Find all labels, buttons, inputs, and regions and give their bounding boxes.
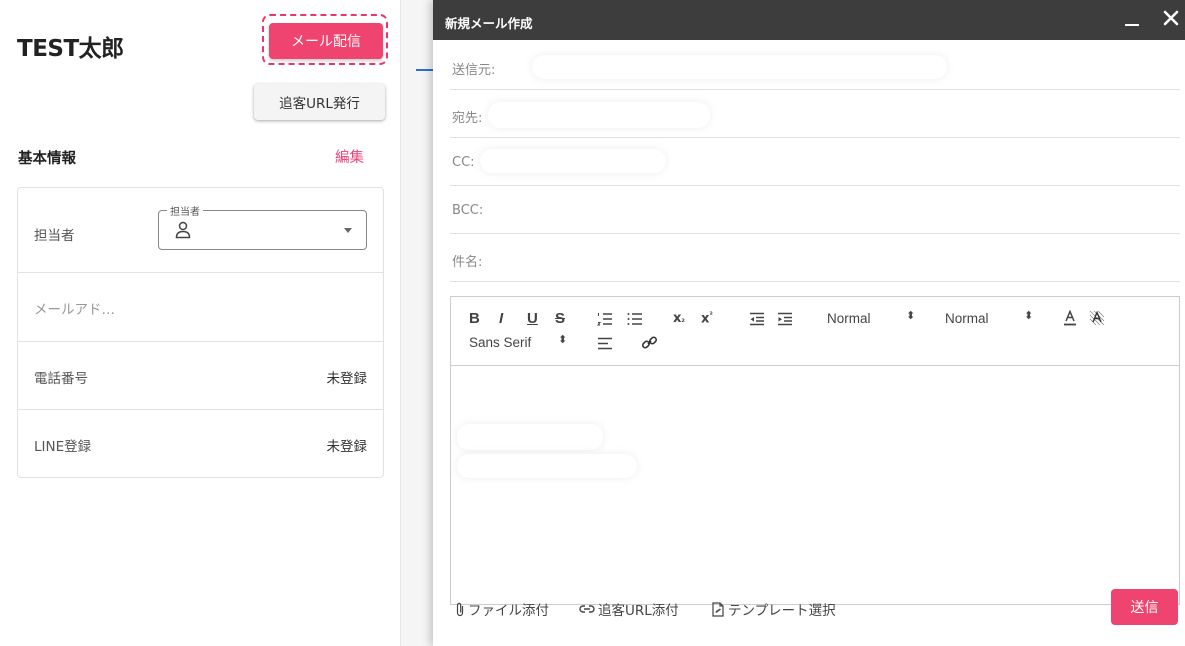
link-icon [579,605,595,613]
info-row-value: 未登録 [326,371,368,387]
close-icon[interactable] [1161,8,1181,28]
body-text-redacted [457,424,603,450]
compose-window: 新規メール作成 送信元: 宛先: CC: BCC: 件名: B I U S x₂… [433,0,1185,646]
bcc-field[interactable]: BCC: [450,186,1180,234]
info-row-label: 担当者 [34,228,75,244]
assignee-select[interactable]: 担当者 [158,203,367,250]
mail-delivery-button[interactable]: メール配信 [269,23,383,59]
cc-value-redacted [480,149,666,173]
bold-button[interactable]: B [469,310,480,327]
cc-field[interactable]: CC: [450,138,1180,186]
superscript-icon[interactable]: x² [701,310,713,326]
size-select-arrows-icon: ⬍ [906,309,916,322]
info-row-phone: 電話番号 未登録 [18,342,383,410]
attach-url-label: 追客URL添付 [598,603,679,619]
underline-button[interactable]: U [527,310,538,327]
assignee-legend: 担当者 [167,203,203,218]
template-icon [712,601,724,617]
paperclip-icon [456,602,464,616]
compose-header: 新規メール作成 [433,0,1185,40]
background-color-icon[interactable] [1089,310,1105,326]
attach-file-button[interactable]: ファイル添付 [455,599,549,619]
from-value-redacted [532,55,947,79]
subject-field[interactable]: 件名: [450,234,1180,282]
font-select-arrows-icon: ⬍ [558,333,568,346]
size-select[interactable]: Normal [827,311,871,326]
info-row-line: LINE登録 未登録 [18,410,383,478]
indent-icon[interactable] [777,312,793,326]
subscript-icon[interactable]: x₂ [673,311,685,326]
template-select-button[interactable]: テンプレート選択 [711,599,836,619]
cc-label: CC: [452,155,475,170]
chevron-down-icon [344,228,352,233]
link-icon[interactable] [641,335,658,351]
info-row-assignee: 担当者 担当者 [18,188,383,273]
minimize-icon[interactable] [1125,24,1139,26]
heading-select[interactable]: Normal [945,311,989,326]
from-field[interactable]: 送信元: [450,42,1180,90]
template-select-label: テンプレート選択 [728,603,836,619]
panel-divider [400,0,401,646]
customer-name: TEST太郎 [17,36,124,62]
basic-info-title: 基本情報 [18,151,76,167]
edit-link[interactable]: 編集 [335,146,364,167]
to-field[interactable]: 宛先: [450,90,1180,138]
customer-panel: TEST太郎 メール配信 追客URL発行 基本情報 編集 担当者 担当者 メール… [0,0,400,646]
font-select[interactable]: Sans Serif [469,335,531,350]
bcc-label: BCC: [452,203,484,218]
attach-file-label: ファイル添付 [468,603,549,619]
heading-select-arrows-icon: ⬍ [1024,309,1034,322]
align-icon[interactable] [597,337,613,350]
outdent-icon[interactable] [749,312,765,326]
tracking-url-button[interactable]: 追客URL発行 [254,84,385,120]
text-color-icon[interactable] [1063,310,1077,326]
from-label: 送信元: [452,63,496,78]
ordered-list-icon[interactable] [597,312,613,326]
strike-button[interactable]: S [555,310,565,327]
to-label: 宛先: [452,111,483,126]
send-button[interactable]: 送信 [1111,589,1178,625]
body-text-redacted [457,454,637,478]
editor-body[interactable] [451,366,1179,604]
rich-text-editor: B I U S x₂ x² Normal ⬍ Normal ⬍ Sans Ser… [450,296,1180,605]
to-value-redacted [488,102,710,128]
attach-url-button[interactable]: 追客URL添付 [579,599,679,619]
italic-button[interactable]: I [499,310,503,327]
basic-info-card: 担当者 担当者 メールアド… 電話番号 未登録 LINE登録 未登録 [17,187,384,478]
editor-toolbar: B I U S x₂ x² Normal ⬍ Normal ⬍ Sans Ser… [451,297,1179,366]
subject-label: 件名: [452,255,483,270]
info-row-label: 電話番号 [34,371,88,387]
info-row-label: メールアド… [34,302,115,318]
info-row-value: 未登録 [326,439,368,455]
person-icon [175,221,191,239]
bullet-list-icon[interactable] [627,312,643,326]
compose-title: 新規メール作成 [445,16,533,31]
info-row-email: メールアド… [18,273,383,342]
tab-indicator [416,69,433,71]
info-row-label: LINE登録 [34,439,92,455]
